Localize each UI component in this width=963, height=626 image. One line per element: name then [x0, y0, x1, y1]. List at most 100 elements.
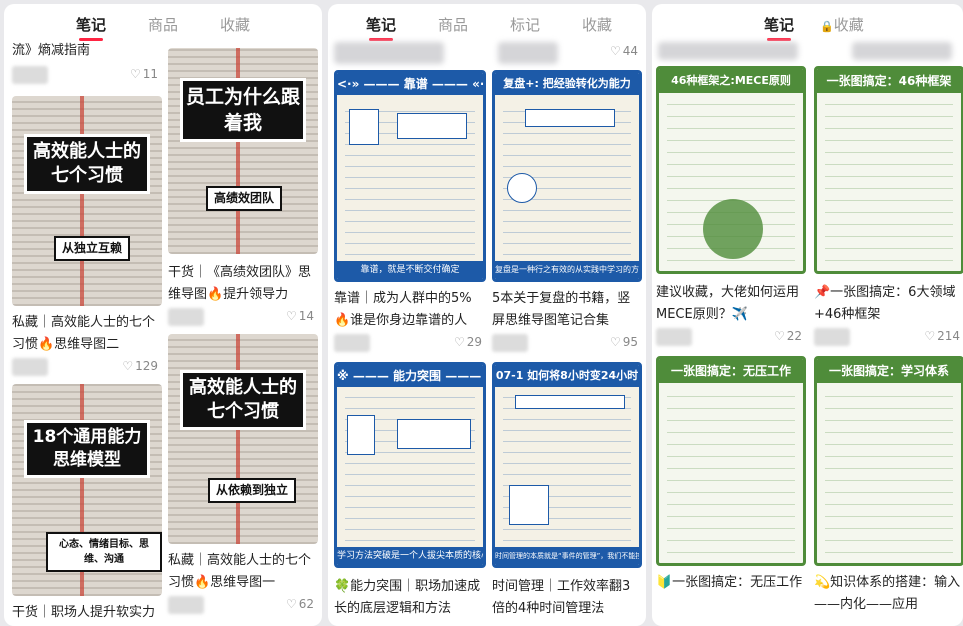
tab-products[interactable]: 商品 [148, 14, 178, 35]
note-meta: ♡ 95 [492, 334, 642, 354]
infographic-thumbnail: 复盘+: 把经验转化为能力 复盘是一种行之有效的从实践中学习的方法 [492, 70, 642, 282]
avatar[interactable] [168, 308, 204, 326]
tab-products[interactable]: 商品 [438, 14, 468, 35]
note-card[interactable]: 员工为什么跟着我 高绩效团队 干货｜《高绩效团队》思维导图🔥提升领导力 ♡ 14 [168, 48, 318, 326]
thumbnail-footer: 学习方法突破是一个人拔尖本质的核心竞争力 [337, 547, 483, 565]
tab-marked[interactable]: 标记 [510, 14, 540, 35]
avatar[interactable] [334, 334, 370, 352]
note-title: 干货｜职场人提升软实力 [12, 605, 156, 620]
note-title: 时间管理｜工作效率翻3倍的4种时间管理法 [492, 579, 631, 616]
avatar[interactable] [168, 596, 204, 614]
blurred-content [498, 42, 558, 64]
heart-icon: ♡ [129, 67, 141, 81]
avatar[interactable] [12, 358, 48, 376]
like-count[interactable]: ♡ 14 [286, 309, 314, 323]
note-card[interactable]: ※ ——— 能力突围 ——— ※ 学习方法突破是一个人拔尖本质的核心竞争力 🍀能… [334, 362, 486, 622]
heart-icon: ♡ [924, 329, 936, 343]
note-card[interactable]: 一张图搞定：学习体系 💫知识体系的搭建：输入——内化——应用 [814, 356, 963, 624]
profile-panel-2: 笔记 商品 标记 收藏 ♡ 44 <·» ——— 靠谱 ——— «·> 靠谱，就是… [328, 4, 646, 626]
thumbnail-header: 46种框架之:MECE原则 [659, 69, 803, 93]
like-count[interactable]: ♡ 22 [774, 329, 802, 343]
like-count[interactable]: ♡ 214 [924, 329, 960, 343]
heart-icon: ♡ [773, 329, 785, 343]
profile-panel-1: 笔记 商品 收藏 流》熵减指南 ♡ 11 高效能人士的七个习惯 从独立互赖 私藏｜… [4, 4, 322, 626]
heart-icon: ♡ [609, 335, 621, 349]
infographic-thumbnail: 一张图搞定：学习体系 [814, 356, 963, 566]
like-count[interactable]: ♡ 95 [610, 335, 638, 349]
infographic-thumbnail: ※ ——— 能力突围 ——— ※ 学习方法突破是一个人拔尖本质的核心竞争力 [334, 362, 486, 568]
thumbnail-header: <·» ——— 靠谱 ——— «·> [337, 73, 483, 95]
note-title: 💫知识体系的搭建：输入——内化——应用 [814, 575, 961, 612]
note-card[interactable]: 一张图搞定：无压工作 🔰一张图搞定：无压工作 [656, 356, 806, 624]
avatar[interactable] [12, 66, 48, 84]
mindmap-thumbnail: 高效能人士的七个习惯 从独立互赖 [12, 96, 162, 306]
like-count[interactable]: ♡ 129 [122, 359, 158, 373]
heart-icon: ♡ [122, 359, 134, 373]
like-count[interactable]: ♡ 29 [454, 335, 482, 349]
note-card[interactable]: 07-1 如何将8小时变24小时 时间管理的本质就是“事件的管理”，我们不能控制… [492, 362, 642, 622]
thumbnail-subtitle: 心态、情绪目标、思维、沟通 [46, 532, 162, 572]
thumbnail-footer: 复盘是一种行之有效的从实践中学习的方法 [495, 261, 639, 279]
avatar[interactable] [656, 328, 692, 346]
note-card[interactable]: <·» ——— 靠谱 ——— «·> 靠谱，就是不断交付确定 靠谱｜成为人群中的… [334, 70, 486, 354]
heart-icon: ♡ [609, 44, 621, 58]
thumbnail-footer: 靠谱，就是不断交付确定 [337, 261, 483, 279]
note-card-partial[interactable]: 流》熵减指南 ♡ 11 [12, 40, 162, 90]
infographic-thumbnail: 07-1 如何将8小时变24小时 时间管理的本质就是“事件的管理”，我们不能控制… [492, 362, 642, 568]
thumbnail-banner: 高效能人士的七个习惯 [180, 370, 306, 430]
tab-bar: 笔记 商品 收藏 [4, 4, 322, 41]
note-card[interactable]: 46种框架之:MECE原则 建议收藏，大佬如何运用MECE原则？✈️ ♡ 22 [656, 66, 806, 348]
heart-icon: ♡ [285, 309, 297, 323]
note-meta: ♡ 62 [168, 596, 318, 616]
like-count[interactable]: ♡ 62 [286, 597, 314, 611]
tab-notes[interactable]: 笔记 [76, 14, 106, 41]
note-meta: ♡ 11 [12, 66, 162, 86]
note-title: 5本关于复盘的书籍，竖屏思维导图笔记合集 [492, 291, 631, 328]
mindmap-thumbnail: 高效能人士的七个习惯 从依赖到独立 [168, 334, 318, 544]
note-title: 私藏｜高效能人士的七个习惯🔥思维导图一 [168, 553, 312, 590]
thumbnail-header: 一张图搞定：无压工作 [659, 359, 803, 383]
thumbnail-banner: 员工为什么跟着我 [180, 78, 306, 142]
tab-favorites[interactable]: 🔒收藏 [820, 14, 864, 35]
tab-favorites[interactable]: 收藏 [582, 14, 612, 35]
lock-icon: 🔒 [820, 20, 834, 33]
tab-notes[interactable]: 笔记 [366, 14, 396, 41]
thumbnail-banner: 高效能人士的七个习惯 [24, 134, 150, 194]
note-title: 🔰一张图搞定：无压工作 [656, 575, 803, 590]
profile-panel-3: 笔记 🔒收藏 46种框架之:MECE原则 建议收藏，大佬如何运用MECE原则？✈… [652, 4, 963, 626]
thumbnail-header: 07-1 如何将8小时变24小时 [495, 365, 639, 387]
thumbnail-subtitle: 从独立互赖 [54, 236, 131, 261]
note-title: 流》熵减指南 [12, 43, 91, 58]
note-title: 🍀能力突围｜职场加速成长的底层逻辑和方法 [334, 579, 481, 616]
like-count[interactable]: ♡ 11 [130, 67, 158, 81]
thumbnail-header: 一张图搞定：46种框架 [817, 69, 961, 93]
infographic-thumbnail: 一张图搞定：无压工作 [656, 356, 806, 566]
tab-favorites[interactable]: 收藏 [220, 14, 250, 35]
tab-bar: 笔记 商品 标记 收藏 [328, 4, 646, 41]
note-card[interactable]: 高效能人士的七个习惯 从独立互赖 私藏｜高效能人士的七个习惯🔥思维导图二 ♡ 12… [12, 96, 162, 376]
note-card[interactable]: 一张图搞定：46种框架 📌一张图搞定：6大领域+46种框架 ♡ 214 [814, 66, 963, 348]
note-title: 建议收藏，大佬如何运用MECE原则？✈️ [656, 285, 800, 322]
like-count[interactable]: ♡ 44 [610, 44, 638, 58]
note-meta: ♡ 22 [656, 328, 806, 348]
note-meta: ♡ 29 [334, 334, 486, 354]
note-meta: ♡ 214 [814, 328, 963, 348]
note-card[interactable]: 高效能人士的七个习惯 从依赖到独立 私藏｜高效能人士的七个习惯🔥思维导图一 ♡ 6… [168, 334, 318, 618]
note-title: 干货｜《高绩效团队》思维导图🔥提升领导力 [168, 265, 312, 302]
note-card[interactable]: 18个通用能力思维模型 心态、情绪目标、思维、沟通 干货｜职场人提升软实力 [12, 384, 162, 624]
avatar[interactable] [814, 328, 850, 346]
thumbnail-banner: 18个通用能力思维模型 [24, 420, 150, 478]
mindmap-thumbnail: 员工为什么跟着我 高绩效团队 [168, 48, 318, 254]
heart-icon: ♡ [453, 335, 465, 349]
note-card[interactable]: 复盘+: 把经验转化为能力 复盘是一种行之有效的从实践中学习的方法 5本关于复盘… [492, 70, 642, 354]
avatar[interactable] [492, 334, 528, 352]
thumbnail-subtitle: 从依赖到独立 [208, 478, 297, 503]
note-title: 私藏｜高效能人士的七个习惯🔥思维导图二 [12, 315, 156, 352]
tab-bar: 笔记 🔒收藏 [652, 4, 963, 41]
thumbnail-subtitle: 高绩效团队 [206, 186, 283, 211]
thumbnail-header: ※ ——— 能力突围 ——— ※ [337, 365, 483, 387]
infographic-thumbnail: 一张图搞定：46种框架 [814, 66, 963, 274]
note-meta: ♡ 129 [12, 358, 162, 378]
thumbnail-header: 复盘+: 把经验转化为能力 [495, 73, 639, 95]
tab-notes[interactable]: 笔记 [764, 14, 794, 41]
